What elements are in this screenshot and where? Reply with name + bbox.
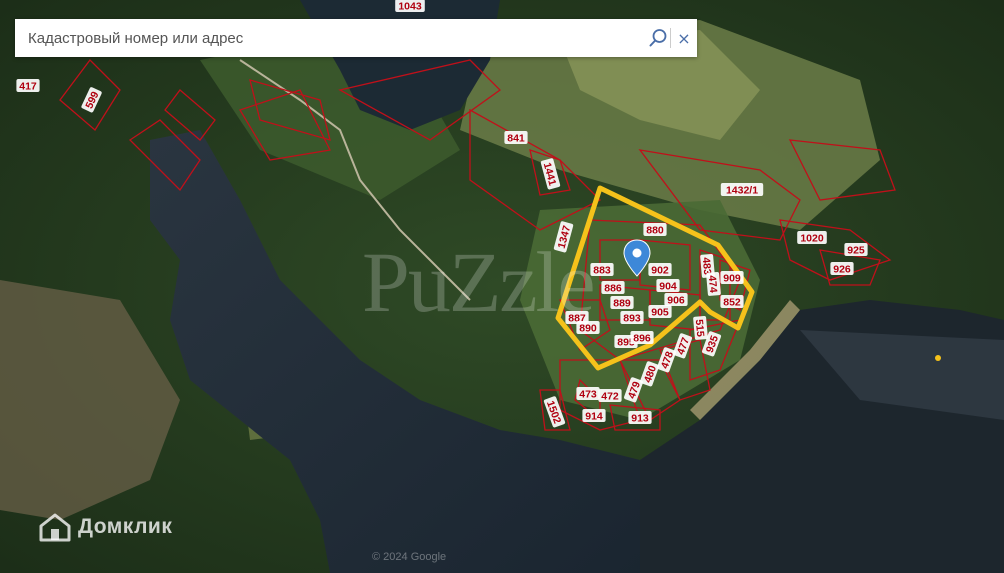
brand-name: Домклик — [78, 515, 173, 538]
parcel-label[interactable]: 1020 — [797, 231, 827, 245]
parcel-label[interactable]: 926 — [830, 262, 854, 276]
parcel-label[interactable]: 1043 — [395, 0, 425, 13]
poi-dot — [935, 355, 941, 361]
watermark: PuZzle — [362, 234, 596, 330]
parcel-label[interactable]: 896 — [630, 331, 654, 345]
clear-button[interactable]: × — [671, 29, 697, 48]
parcel-label[interactable]: 472 — [598, 389, 622, 403]
search-input[interactable] — [26, 18, 646, 58]
parcel-number: 1432/1 — [726, 185, 758, 197]
search-bar: × — [15, 18, 697, 58]
copyright: © 2024 Google — [372, 551, 447, 563]
parcel-number: 914 — [585, 411, 603, 423]
parcel-number: 893 — [623, 313, 641, 325]
parcel-label[interactable]: 841 — [504, 131, 528, 145]
parcel-number: 473 — [579, 389, 597, 401]
parcel-number: 1020 — [800, 233, 824, 245]
parcel-number: 905 — [651, 307, 669, 319]
parcel-label[interactable]: 880 — [643, 223, 667, 237]
parcel-number: 515 — [693, 319, 706, 338]
parcel-number: 896 — [633, 333, 651, 345]
brand-logo: Домклик — [38, 512, 172, 542]
parcel-label[interactable]: 902 — [648, 263, 672, 277]
parcel-number: 474 — [706, 275, 719, 294]
parcel-label[interactable]: 914 — [582, 409, 606, 423]
parcel-number: 886 — [604, 283, 622, 295]
parcel-number: 472 — [601, 391, 619, 403]
parcel-number: 902 — [651, 265, 669, 277]
parcel-number: 883 — [593, 265, 611, 277]
parcel-label[interactable]: 883 — [590, 263, 614, 277]
parcel-label[interactable]: 474 — [706, 272, 721, 296]
parcel-number: 913 — [631, 413, 649, 425]
parcel-number: 417 — [19, 81, 37, 93]
parcel-label[interactable]: 904 — [656, 279, 680, 293]
parcel-number: 906 — [667, 295, 685, 307]
parcel-number: 852 — [723, 297, 741, 309]
parcel-label[interactable]: 893 — [620, 311, 644, 325]
parcel-label[interactable]: 1432/1 — [720, 183, 764, 197]
parcel-label[interactable]: 889 — [610, 296, 634, 310]
house-icon — [39, 513, 71, 542]
parcel-number: 904 — [659, 281, 677, 293]
parcel-number: 909 — [723, 273, 741, 285]
parcel-label[interactable]: 515 — [693, 316, 708, 340]
parcel-label[interactable]: 909 — [720, 271, 744, 285]
parcel-label[interactable]: 852 — [720, 295, 744, 309]
parcel-number: 925 — [847, 245, 865, 257]
parcel-label[interactable]: 473 — [576, 387, 600, 401]
parcel-label[interactable]: 913 — [628, 411, 652, 425]
parcel-label[interactable]: 906 — [664, 293, 688, 307]
parcel-number: 1043 — [398, 1, 422, 13]
parcel-label[interactable]: 417 — [16, 79, 40, 93]
parcel-label[interactable]: 905 — [648, 305, 672, 319]
search-button[interactable] — [646, 19, 670, 57]
parcel-number: 880 — [646, 225, 664, 237]
parcel-label[interactable]: 886 — [601, 281, 625, 295]
parcel-number: 926 — [833, 264, 851, 276]
parcel-label[interactable]: 925 — [844, 243, 868, 257]
parcel-number: 889 — [613, 298, 631, 310]
search-icon — [649, 29, 667, 47]
parcel-number: 841 — [507, 133, 525, 145]
